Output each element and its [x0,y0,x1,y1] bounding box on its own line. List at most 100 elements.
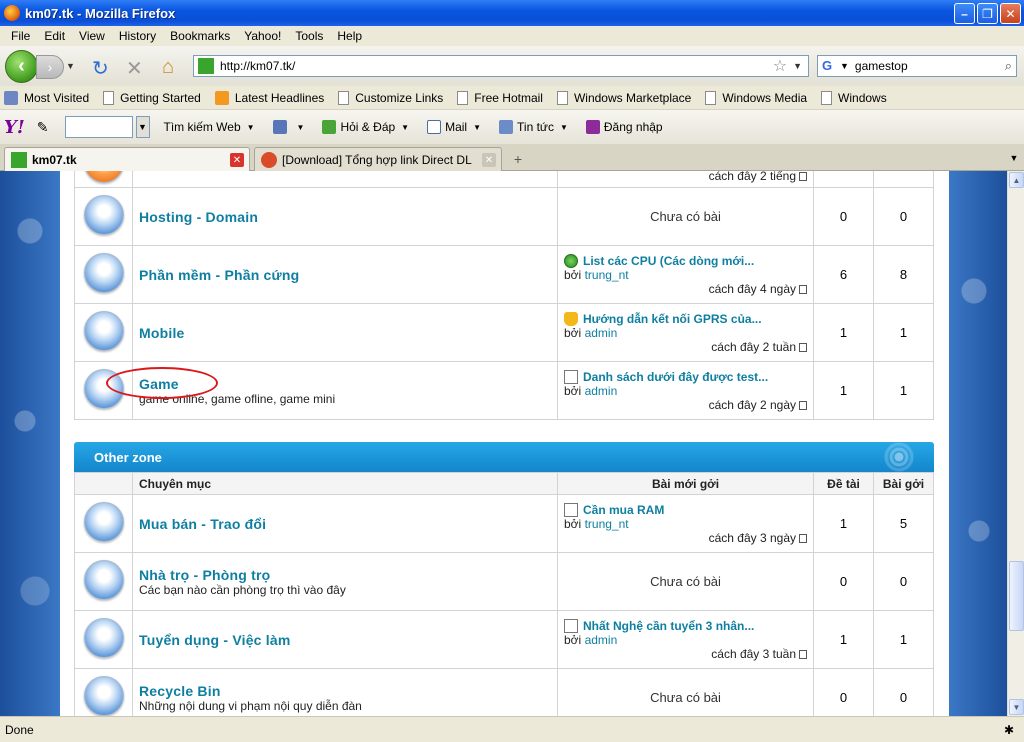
menu-tools[interactable]: Tools [288,29,330,43]
swirl-decoration-icon [814,442,934,472]
menu-file[interactable]: File [4,29,37,43]
bookmark-windows[interactable]: Windows [821,90,887,105]
post-count: 8 [873,245,934,304]
background-decoration-left [0,171,60,716]
chevron-down-icon[interactable]: ▼ [297,123,305,132]
search-engine-dropdown-icon[interactable]: ▼ [840,61,849,71]
chevron-down-icon[interactable]: ▼ [247,123,255,132]
bookmark-latest-headlines[interactable]: Latest Headlines [214,90,324,105]
go-to-post-icon[interactable] [799,400,807,410]
url-bar[interactable]: http://km07.tk/ ☆ ▼ [193,55,809,77]
google-icon[interactable]: G [822,58,838,74]
forum-link[interactable]: Mobile [139,325,557,341]
tab-list-dropdown-icon[interactable]: ▼ [1006,148,1022,168]
maximize-button[interactable]: ❐ [977,3,998,24]
forum-link[interactable]: Phần mềm - Phần cứng [139,267,557,283]
new-tab-button[interactable]: + [506,149,530,169]
bookmark-windows-media[interactable]: Windows Media [705,90,807,105]
search-bar[interactable]: G ▼ gamestop ⌕ [817,55,1017,77]
home-icon[interactable]: ⌂ [162,56,174,79]
pencil-icon[interactable]: ✎ [37,119,49,136]
bookmark-free-hotmail[interactable]: Free Hotmail [457,90,543,105]
forum-link[interactable]: Tuyển dụng - Việc làm [139,632,557,648]
yahoo-mail[interactable]: Mail ▼ [427,120,481,134]
scroll-down-icon[interactable]: ▼ [1009,699,1024,715]
stop-icon[interactable]: ✕ [126,56,143,81]
document-icon [564,369,578,384]
scrollbar-thumb[interactable] [1009,561,1024,631]
url-dropdown-icon[interactable]: ▼ [793,61,802,71]
menu-history[interactable]: History [112,29,163,43]
url-text[interactable]: http://km07.tk/ [220,59,773,73]
go-to-post-icon[interactable] [799,284,807,294]
last-post-link[interactable]: Danh sách dưới đây được test... [583,370,768,384]
reload-icon[interactable]: ↻ [92,56,109,81]
post-count: 0 [873,552,934,611]
title-bar: km07.tk - Mozilla Firefox – ❐ ✕ [0,0,1024,26]
user-link[interactable]: trung_nt [585,517,629,531]
chevron-down-icon[interactable]: ▼ [401,123,409,132]
shield-icon [272,120,287,134]
tab-download[interactable]: [Download] Tổng hợp link Direct DL ga...… [254,147,502,171]
yahoo-shield[interactable]: ▼ [272,120,305,134]
minimize-button[interactable]: – [954,3,975,24]
vertical-scrollbar[interactable]: ▲ ▼ [1007,171,1024,716]
user-link[interactable]: trung_nt [585,268,629,282]
search-icon[interactable]: ⌕ [1005,58,1012,74]
menu-yahoo[interactable]: Yahoo! [237,29,288,43]
bookmark-getting-started[interactable]: Getting Started [103,90,201,105]
menu-help[interactable]: Help [330,29,369,43]
go-to-post-icon[interactable] [799,649,807,659]
topic-count: 1 [813,361,874,420]
menu-edit[interactable]: Edit [37,29,72,43]
user-link[interactable]: admin [585,326,618,340]
scroll-up-icon[interactable]: ▲ [1009,172,1024,188]
yahoo-search-web[interactable]: Tìm kiếm Web ▼ [164,120,255,134]
bookmark-customize-links[interactable]: Customize Links [338,90,443,105]
last-post-link[interactable]: List các CPU (Các dòng mới... [583,254,754,268]
forum-link[interactable]: Hosting - Domain [139,209,557,225]
go-to-post-icon[interactable] [799,342,807,352]
yahoo-answers[interactable]: Hỏi & Đáp ▼ [322,120,409,134]
page-viewport: cách đây 2 tiếng Hosting - Domain Chưa c… [0,171,1007,716]
history-dropdown-icon[interactable]: ▼ [66,61,75,71]
forum-link[interactable]: Nhà trọ - Phòng trọ [139,567,557,583]
table-row: Phần mềm - Phần cứng List các CPU (Các d… [74,245,934,304]
yahoo-news[interactable]: Tin tức ▼ [499,120,568,134]
annotation-ellipse [106,367,218,399]
yahoo-search-dropdown-icon[interactable]: ▼ [135,116,150,138]
chevron-down-icon[interactable]: ▼ [560,123,568,132]
search-input[interactable]: gamestop [855,59,1005,73]
user-link[interactable]: admin [585,384,618,398]
bookmark-star-icon[interactable]: ☆ [773,56,787,76]
menu-bookmarks[interactable]: Bookmarks [163,29,237,43]
forum-link[interactable]: Recycle Bin [139,683,557,699]
yahoo-logo-icon[interactable]: Y! [4,117,25,138]
bookmark-windows-marketplace[interactable]: Windows Marketplace [556,90,691,105]
forum-status-icon [83,618,124,658]
column-header-category: Chuyên mục [132,472,558,495]
close-tab-icon[interactable]: ✕ [482,153,496,167]
tab-km07[interactable]: km07.tk ✕ [4,147,250,171]
back-button[interactable]: ‹ [5,50,38,83]
close-button[interactable]: ✕ [1000,3,1021,24]
yahoo-login[interactable]: Đăng nhập [585,120,663,134]
yahoo-search-input[interactable] [64,116,133,138]
forward-button[interactable]: › [36,55,64,79]
zone-header: Other zone [74,442,934,472]
menu-view[interactable]: View [72,29,112,43]
bookmark-most-visited[interactable]: Most Visited [4,90,89,105]
last-post-link[interactable]: Hướng dẫn kết nối GPRS của... [583,312,762,326]
page-icon [705,90,717,105]
last-post-link[interactable]: Cần mua RAM [583,503,664,517]
post-count: 0 [873,187,934,246]
user-link[interactable]: admin [585,633,618,647]
gear-icon[interactable]: ✱ [1004,723,1018,737]
go-to-post-icon[interactable] [799,533,807,543]
last-post-link[interactable]: Nhất Nghệ cần tuyển 3 nhân... [583,619,754,633]
close-tab-icon[interactable]: ✕ [230,153,244,167]
forum-link[interactable]: Mua bán - Trao đổi [139,516,557,532]
chevron-down-icon[interactable]: ▼ [473,123,481,132]
go-to-post-icon[interactable] [799,171,807,181]
site-favicon-icon [198,58,214,74]
